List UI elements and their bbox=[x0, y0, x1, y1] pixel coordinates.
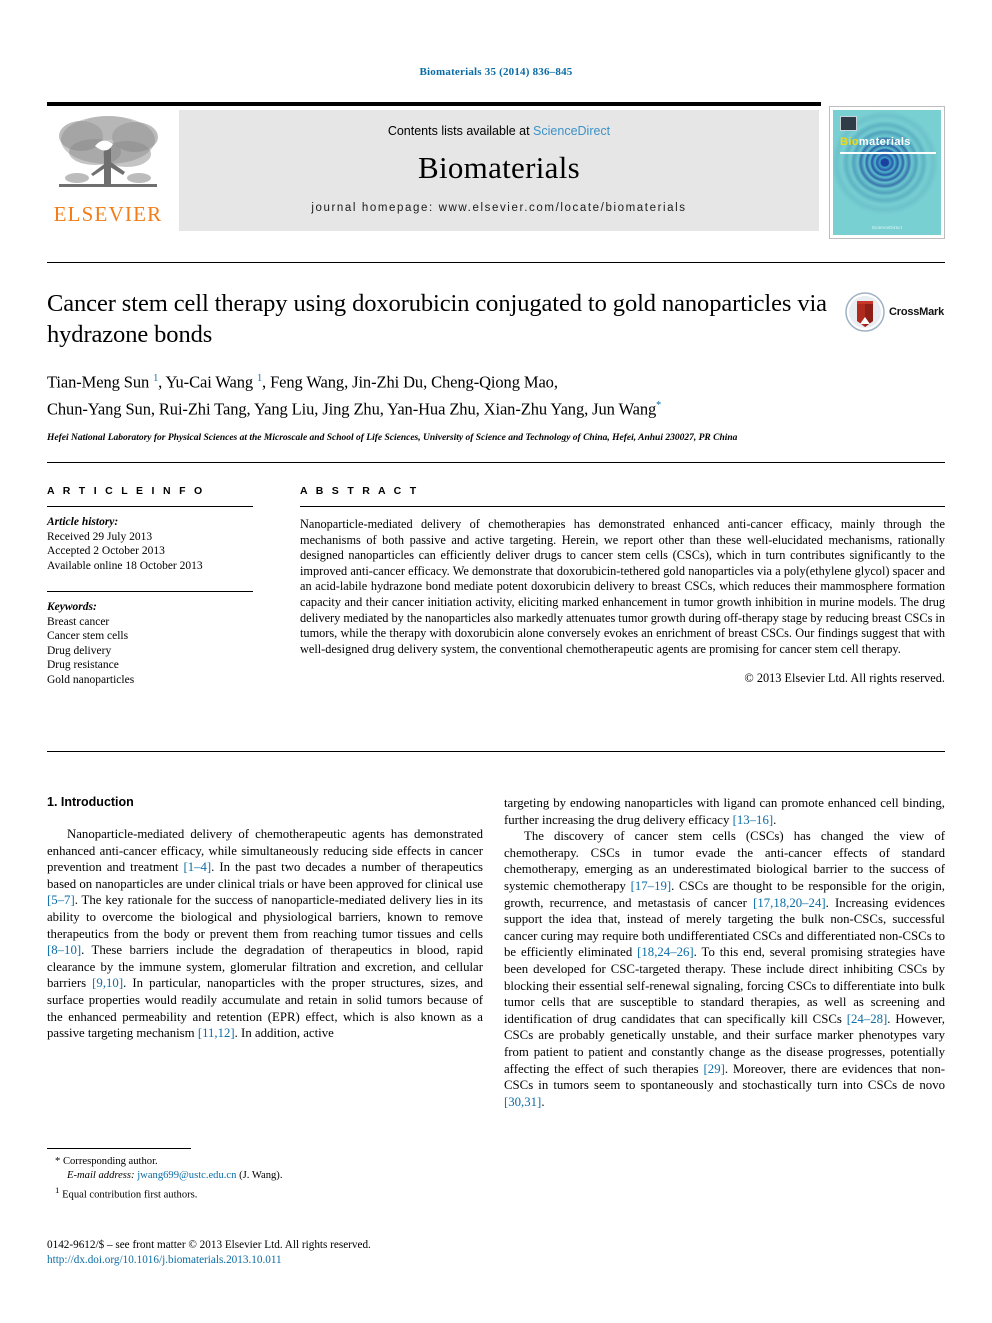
elsevier-logo: ELSEVIER bbox=[47, 110, 169, 232]
intro-text: . bbox=[541, 1094, 545, 1109]
author-footnote-mark: 1 bbox=[153, 373, 159, 384]
journal-title: Biomaterials bbox=[417, 150, 580, 185]
keywords-rule bbox=[47, 591, 253, 592]
citation-9-10[interactable]: [9,10] bbox=[92, 976, 123, 990]
journal-article-page: Biomaterials 35 (2014) 836–845 ELSEVIER … bbox=[0, 0, 992, 1323]
abstract-section: A B S T R A C T Nanoparticle-mediated de… bbox=[300, 485, 945, 686]
email-link[interactable]: jwang699@ustc.edu.cn bbox=[137, 1170, 236, 1181]
intro-text: targeting by endowing nanoparticles with… bbox=[504, 796, 945, 827]
citation-13-16[interactable]: [13–16] bbox=[733, 813, 774, 827]
copyright-line: © 2013 Elsevier Ltd. All rights reserved… bbox=[744, 671, 945, 686]
citation-11-12[interactable]: [11,12] bbox=[198, 1026, 235, 1040]
citation-5-7[interactable]: [5–7] bbox=[47, 893, 75, 907]
footnote-equal-contribution: 1 Equal contribution first authors. bbox=[55, 1183, 483, 1203]
footnotes-section: * Corresponding author. E-mail address: … bbox=[47, 1148, 483, 1203]
body-column-right: targeting by endowing nanoparticles with… bbox=[504, 795, 945, 1110]
intro-text: . The key rationale for the success of n… bbox=[47, 893, 483, 941]
intro-paragraph-right-2: The discovery of cancer stem cells (CSCs… bbox=[504, 828, 945, 1110]
citation-8-10[interactable]: [8–10] bbox=[47, 943, 81, 957]
intro-text: . In addition, active bbox=[234, 1026, 334, 1041]
info-top-rule bbox=[47, 462, 945, 463]
sciencedirect-link[interactable]: ScienceDirect bbox=[533, 124, 610, 138]
article-info-heading: A R T I C L E I N F O bbox=[47, 485, 205, 497]
article-history-label: Article history: bbox=[47, 516, 119, 528]
body-column-left: 1. Introduction Nanoparticle-mediated de… bbox=[47, 795, 483, 1042]
cover-artwork: Biomaterials ScienceDirect bbox=[833, 110, 941, 235]
affiliation: Hefei National Laboratory for Physical S… bbox=[47, 433, 738, 443]
title-separator-rule bbox=[47, 262, 945, 263]
history-item: Accepted 2 October 2013 bbox=[47, 545, 165, 557]
intro-paragraph-left: Nanoparticle-mediated delivery of chemot… bbox=[47, 826, 483, 1042]
author-line-2: Chun-Yang Sun, Rui-Zhi Tang, Yang Liu, J… bbox=[47, 399, 662, 418]
elsevier-tree-icon bbox=[59, 116, 158, 187]
abstract-heading: A B S T R A C T bbox=[300, 485, 419, 497]
cover-title: Biomaterials bbox=[840, 136, 911, 148]
keyword-item: Drug resistance bbox=[47, 659, 119, 671]
email-suffix: (J. Wang). bbox=[239, 1170, 283, 1181]
intro-paragraph-right-1: targeting by endowing nanoparticles with… bbox=[504, 795, 945, 828]
crossmark-icon bbox=[845, 292, 885, 332]
keywords-label: Keywords: bbox=[47, 601, 97, 613]
running-head: Biomaterials 35 (2014) 836–845 bbox=[419, 66, 573, 78]
issn-copyright-line: 0142-9612/$ – see front matter © 2013 El… bbox=[47, 1239, 371, 1251]
journal-masthead: ELSEVIER Contents lists available at Sci… bbox=[47, 102, 945, 239]
footnote-list: * Corresponding author. E-mail address: … bbox=[47, 1155, 483, 1203]
email-label: E-mail address: bbox=[67, 1170, 135, 1181]
citation-24-28[interactable]: [24–28] bbox=[847, 1012, 888, 1026]
article-info-section: A R T I C L E I N F O Article history: R… bbox=[47, 485, 253, 687]
cover-footer-text: ScienceDirect bbox=[871, 225, 903, 230]
footnote-rule bbox=[47, 1148, 191, 1149]
author-line-1: Tian-Meng Sun 1, Yu-Cai Wang 1, Feng Wan… bbox=[47, 372, 558, 392]
elsevier-wordmark: ELSEVIER bbox=[53, 202, 163, 226]
crossmark-label: CrossMark bbox=[889, 306, 945, 318]
title-block: Cancer stem cell therapy using doxorubic… bbox=[47, 288, 837, 445]
footnote-email: E-mail address: jwang699@ustc.edu.cn (J.… bbox=[55, 1169, 483, 1183]
keyword-item: Cancer stem cells bbox=[47, 630, 129, 642]
masthead-panel: Contents lists available at ScienceDirec… bbox=[179, 110, 819, 231]
citation-18-26[interactable]: [18,24–26] bbox=[637, 945, 694, 959]
journal-homepage-link[interactable]: journal homepage: www.elsevier.com/locat… bbox=[179, 202, 819, 214]
keyword-item: Gold nanoparticles bbox=[47, 673, 135, 686]
citation-17-24[interactable]: [17,18,20–24] bbox=[753, 896, 826, 910]
keyword-item: Drug delivery bbox=[47, 644, 112, 657]
cover-title-bio: Bio bbox=[840, 136, 859, 148]
author-list: Tian-Meng Sun 1, Yu-Cai Wang 1, Feng Wan… bbox=[47, 367, 837, 420]
abstract-bottom-rule bbox=[47, 751, 945, 752]
citation-1-4[interactable]: [1–4] bbox=[183, 860, 211, 874]
article-info-rule bbox=[47, 506, 253, 507]
abstract-text: Nanoparticle-mediated delivery of chemot… bbox=[300, 517, 945, 656]
page-title: Cancer stem cell therapy using doxorubic… bbox=[47, 290, 827, 348]
keywords-section: Keywords: Breast cancer Cancer stem cell… bbox=[47, 600, 253, 687]
corresponding-author-mark: * bbox=[656, 399, 662, 411]
intro-text: . bbox=[773, 812, 777, 827]
cover-title-underline bbox=[840, 152, 936, 154]
author-footnote-mark: 1 bbox=[257, 373, 263, 384]
section-heading-introduction: 1. Introduction bbox=[47, 795, 134, 809]
footnote-equal-text: Equal contribution first authors. bbox=[62, 1189, 198, 1201]
contents-prefix: Contents lists available at bbox=[387, 124, 534, 138]
contents-available-line: Contents lists available at ScienceDirec… bbox=[179, 110, 819, 138]
cover-publisher-badge-icon bbox=[840, 116, 857, 131]
imprint-block: 0142-9612/$ – see front matter © 2013 El… bbox=[47, 1238, 507, 1268]
article-history: Article history: Received 29 July 2013 A… bbox=[47, 515, 253, 573]
footnote-mark-1: 1 bbox=[55, 1185, 60, 1195]
abstract-rule bbox=[300, 506, 945, 507]
cover-title-rest: materials bbox=[858, 136, 911, 148]
footnote-corresponding-author: * Corresponding author. bbox=[55, 1156, 158, 1167]
journal-cover-thumbnail[interactable]: Biomaterials ScienceDirect bbox=[829, 106, 945, 239]
citation-17-19[interactable]: [17–19] bbox=[631, 879, 672, 893]
citation-29[interactable]: [29] bbox=[704, 1062, 725, 1076]
history-item: Available online 18 October 2013 bbox=[47, 559, 203, 572]
doi-link[interactable]: http://dx.doi.org/10.1016/j.biomaterials… bbox=[47, 1253, 507, 1268]
crossmark-badge[interactable]: CrossMark bbox=[845, 292, 945, 336]
keyword-item: Breast cancer bbox=[47, 615, 110, 628]
history-item: Received 29 July 2013 bbox=[47, 530, 153, 543]
citation-30-31[interactable]: [30,31] bbox=[504, 1095, 541, 1109]
